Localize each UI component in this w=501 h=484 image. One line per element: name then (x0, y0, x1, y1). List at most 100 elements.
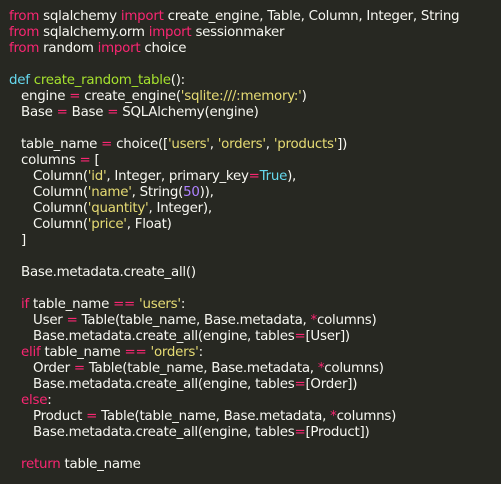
code-token: , (209, 137, 218, 152)
code-line: Base.metadata.create_all(engine, tables=… (9, 329, 501, 345)
code-token: 'quantity' (87, 201, 149, 216)
code-token: = (294, 377, 306, 392)
code-token: table_name (9, 137, 102, 152)
code-token: columns) (317, 313, 377, 328)
code-token: Order (9, 361, 74, 376)
code-token: Product (9, 409, 87, 424)
code-token: engine (9, 89, 70, 104)
code-token: if (21, 297, 29, 312)
code-token: 'name' (87, 185, 132, 200)
code-token: , Float) (126, 217, 172, 232)
code-token: create_engine( (80, 89, 181, 104)
code-token: table_name (40, 345, 125, 360)
code-token: 50 (183, 185, 200, 200)
code-line: Column('price', Float) (9, 217, 501, 233)
code-line: engine = create_engine('sqlite:///:memor… (9, 89, 501, 105)
code-token: table_name (60, 457, 141, 472)
code-token: , Integer, primary_key (106, 169, 249, 184)
code-token: return (21, 457, 61, 472)
code-token: Table(table_name, Base.metadata, (77, 313, 311, 328)
code-token: Table(table_name, Base.metadata, (84, 361, 318, 376)
code-line: def create_random_table(): (9, 73, 501, 89)
code-token: from (9, 25, 40, 40)
code-token: Column( (9, 185, 88, 200)
code-line: Column('name', String(50)), (9, 185, 501, 201)
code-token: 'products' (273, 137, 338, 152)
code-line: User = Table(table_name, Base.metadata, … (9, 313, 501, 329)
code-line: table_name = choice(['users', 'orders', … (9, 137, 501, 153)
code-token: Base.metadata.create_all() (9, 265, 196, 280)
code-token: )), (199, 185, 214, 200)
code-token: == (124, 345, 147, 360)
code-token: 'sqlite:///:memory:' (180, 89, 302, 104)
code-token: create_engine, Table, Column, Integer, S… (163, 9, 460, 24)
code-token: 'id' (87, 169, 107, 184)
code-token: = (79, 153, 91, 168)
code-line: Order = Table(table_name, Base.metadata,… (9, 361, 501, 377)
code-token: elif (21, 345, 41, 360)
code-token: import (120, 9, 164, 24)
code-token: = (101, 137, 113, 152)
code-token: sqlalchemy.orm (39, 25, 149, 40)
code-line: return table_name (9, 457, 501, 473)
code-line: Base.metadata.create_all() (9, 265, 501, 281)
code-line: else: (9, 393, 501, 409)
code-token: 'users' (139, 297, 181, 312)
code-token: create_random_table (33, 73, 171, 88)
code-line: Base.metadata.create_all(engine, tables=… (9, 377, 501, 393)
code-token: , String( (131, 185, 184, 200)
code-token: Base.metadata.create_all(engine, tables (9, 377, 295, 392)
code-token: = (66, 313, 78, 328)
code-token: random (39, 41, 98, 56)
code-token: [Order]) (305, 377, 358, 392)
code-token: columns (9, 153, 80, 168)
code-token: 'orders' (150, 345, 199, 360)
code-token: ), (287, 169, 297, 184)
code-token: : (198, 345, 204, 360)
code-token: User (9, 313, 67, 328)
code-token: Column( (9, 201, 88, 216)
code-token: [ (90, 153, 100, 168)
code-token: = (107, 105, 119, 120)
code-token: = (73, 361, 85, 376)
code-token: Base.metadata.create_all(engine, tables (9, 329, 295, 344)
code-token: : (180, 297, 186, 312)
code-token: from (9, 41, 40, 56)
code-token: columns) (324, 361, 384, 376)
code-token: from (9, 9, 40, 24)
code-line: Column('id', Integer, primary_key=True), (9, 169, 501, 185)
code-token: == (113, 297, 136, 312)
code-line: if table_name == 'users': (9, 297, 501, 313)
code-token: 'price' (87, 217, 127, 232)
code-token: sqlalchemy (39, 9, 121, 24)
code-editor[interactable]: from sqlalchemy import create_engine, Ta… (0, 0, 501, 484)
code-token: True (259, 169, 288, 184)
code-line: Column('quantity', Integer), (9, 201, 501, 217)
code-line: from sqlalchemy.orm import sessionmaker (9, 25, 501, 41)
code-token: Base.metadata.create_all(engine, tables (9, 425, 295, 440)
code-line: ] (9, 233, 501, 249)
code-token: Base (9, 105, 57, 120)
code-token: ) (301, 89, 307, 104)
code-token: import (97, 41, 141, 56)
code-token: ] (9, 233, 26, 248)
code-line: Base = Base = SQLAlchemy(engine) (9, 105, 501, 121)
code-token: [Product]) (305, 425, 370, 440)
code-lines: from sqlalchemy import create_engine, Ta… (9, 9, 501, 473)
code-line: elif table_name == 'orders': (9, 345, 501, 361)
code-token: = (248, 169, 260, 184)
code-token: = (294, 329, 306, 344)
code-token: : (47, 393, 52, 408)
code-token: 'orders' (217, 137, 266, 152)
code-token: , (265, 137, 274, 152)
code-token: Column( (9, 217, 88, 232)
code-line: Base.metadata.create_all(engine, tables=… (9, 425, 501, 441)
